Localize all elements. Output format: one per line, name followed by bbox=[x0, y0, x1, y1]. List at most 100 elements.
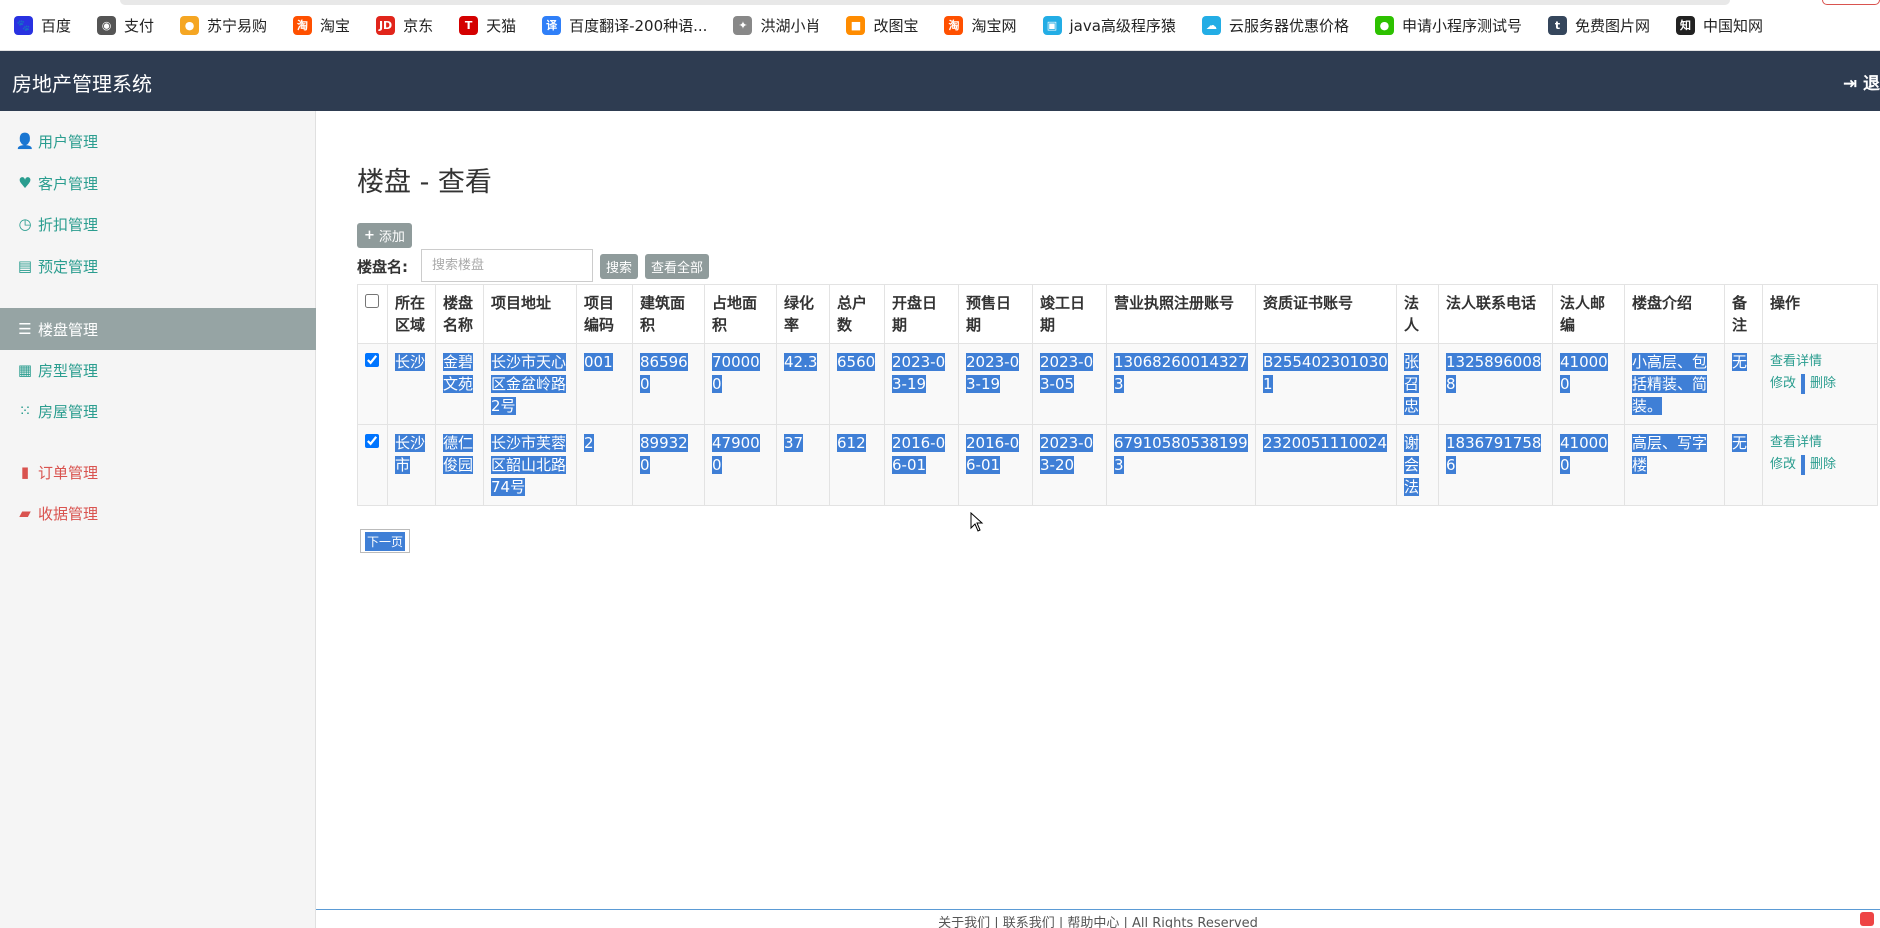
cnki-icon: 知 bbox=[1675, 15, 1695, 35]
bookmark-label: 支付 bbox=[124, 16, 155, 35]
sidebar-item-room-types[interactable]: ▦ 房型管理 bbox=[0, 350, 316, 390]
table-cell: 小高层、包括精装、简装。 bbox=[1624, 343, 1725, 425]
bookmark-label: 免费图片网 bbox=[1574, 16, 1650, 35]
view-detail-link[interactable]: 查看详情 bbox=[1770, 354, 1822, 369]
sidebar-item-receipts[interactable]: ▰ 收据管理 bbox=[0, 493, 316, 533]
delete-link[interactable]: 删除 bbox=[1810, 457, 1836, 472]
table-cell: 金碧文苑 bbox=[435, 343, 484, 425]
cell-text: 长沙市 bbox=[395, 434, 426, 474]
tmall-icon: T bbox=[459, 15, 479, 35]
cell-text: 长沙市天心区金盆岭路2号 bbox=[491, 353, 567, 415]
search-input[interactable] bbox=[421, 249, 593, 282]
row-select-cell bbox=[357, 343, 388, 425]
sidebar-item-houses[interactable]: ⁙ 房屋管理 bbox=[0, 391, 316, 431]
next-page-button[interactable]: 下一页 bbox=[360, 529, 411, 553]
bookmark-item[interactable]: t 免费图片网 bbox=[1547, 15, 1650, 36]
translate-icon: 译 bbox=[542, 15, 562, 35]
table-cell: 410000 bbox=[1552, 424, 1625, 506]
globe-icon: ◉ bbox=[97, 15, 117, 35]
table-row[interactable]: 长沙 金碧文苑 长沙市天心区金盆岭路2号 001 865960 700000 42.3 656… bbox=[357, 343, 1878, 425]
bookmark-label: 中国知网 bbox=[1702, 16, 1763, 35]
cell-text: 37 bbox=[784, 434, 804, 452]
bookmark-item[interactable]: ■ 改图宝 bbox=[846, 15, 918, 36]
sidebar-item-label: 预定管理 bbox=[38, 257, 99, 276]
sidebar-item-label: 订单管理 bbox=[38, 463, 99, 482]
bookmark-item[interactable]: ● 苏宁易购 bbox=[180, 15, 267, 36]
next-page-label: 下一页 bbox=[365, 531, 406, 551]
logout-button[interactable]: ⇥ 退 bbox=[1843, 69, 1880, 94]
sidebar-item-orders[interactable]: ▮ 订单管理 bbox=[0, 452, 316, 492]
cell-text: 2023-03-05 bbox=[1040, 353, 1094, 393]
column-header: 法人邮编 bbox=[1552, 284, 1625, 344]
bookmark-item[interactable]: 淘淘宝网 bbox=[944, 15, 1017, 36]
sidebar-item-customers[interactable]: ♥ 客户管理 bbox=[0, 163, 316, 203]
bookmark-label: java高级程序猿 bbox=[1069, 16, 1176, 35]
edit-link[interactable]: 修改 bbox=[1770, 457, 1796, 472]
table-cell: 无 bbox=[1724, 343, 1763, 425]
view-all-button[interactable]: 查看全部 bbox=[645, 254, 710, 279]
suning-icon: ● bbox=[180, 15, 200, 35]
sidebar-item-users[interactable]: 👤 用户管理 bbox=[0, 121, 316, 161]
bookmark-label: 申请小程序测试号 bbox=[1401, 16, 1522, 35]
add-button[interactable]: + 添加 bbox=[357, 223, 412, 248]
bookmark-item[interactable]: T 天猫 bbox=[459, 15, 516, 36]
folder-open-icon: ▰ bbox=[19, 504, 31, 522]
table-cell: 612 bbox=[829, 424, 885, 506]
heart-icon: ♥ bbox=[18, 174, 32, 192]
delete-link[interactable]: 删除 bbox=[1810, 376, 1836, 391]
browser-tab-strip bbox=[120, 0, 1730, 5]
bookmark-item[interactable]: ▣ java高级程序猿 bbox=[1042, 15, 1176, 36]
cell-text: 6560 bbox=[837, 353, 876, 371]
row-checkbox[interactable] bbox=[365, 434, 379, 448]
table-cell: 谢会法 bbox=[1396, 424, 1439, 506]
search-label: 楼盘名: bbox=[357, 258, 408, 276]
column-header: 预售日期 bbox=[958, 284, 1033, 344]
bookmark-label: 天猫 bbox=[486, 16, 517, 35]
table-cell: 2023-03-19 bbox=[884, 343, 959, 425]
bookmark-item[interactable]: ◉ 支付 bbox=[97, 15, 154, 36]
cell-text: 410000 bbox=[1560, 353, 1608, 393]
bookmark-item[interactable]: 知中国知网 bbox=[1675, 15, 1763, 36]
bookmark-item[interactable]: ● 申请小程序测试号 bbox=[1374, 15, 1522, 36]
row-checkbox[interactable] bbox=[365, 353, 379, 367]
sidebar-item-discounts[interactable]: ◷ 折扣管理 bbox=[0, 204, 316, 244]
bookmark-item[interactable]: JD 京东 bbox=[376, 15, 433, 36]
bookmark-item[interactable]: 淘淘宝 bbox=[293, 15, 350, 36]
gaitubao-icon: ■ bbox=[846, 15, 866, 35]
browser-corner-button[interactable] bbox=[1822, 0, 1880, 5]
cell-text: 13258960088 bbox=[1446, 353, 1542, 393]
cell-text: 长沙市芙蓉区韶山北路74号 bbox=[491, 434, 567, 496]
cell-text: 18367917586 bbox=[1446, 434, 1542, 474]
selection-bar bbox=[1801, 454, 1806, 475]
sidebar-item-buildings[interactable]: ☰ 楼盘管理 bbox=[0, 308, 316, 350]
edit-link[interactable]: 修改 bbox=[1770, 376, 1796, 391]
column-header: 备注 bbox=[1724, 284, 1763, 344]
clock-icon: ◷ bbox=[18, 215, 32, 233]
search-button[interactable]: 搜索 bbox=[600, 254, 639, 279]
bookmark-item[interactable]: 🐾 百度 bbox=[14, 15, 71, 36]
cell-text: 2016-06-01 bbox=[892, 434, 946, 474]
table-cell: 700000 bbox=[704, 343, 777, 425]
user-icon: 👤 bbox=[15, 132, 35, 150]
view-detail-link[interactable]: 查看详情 bbox=[1770, 435, 1822, 450]
footer: 关于我们 | 联系我们 | 帮助中心 | All Rights Reserved bbox=[316, 909, 1880, 928]
th-large-icon: ▦ bbox=[17, 361, 33, 379]
table-cell: 长沙 bbox=[387, 343, 436, 425]
bookmark-item[interactable]: ✦ 洪湖小肖 bbox=[733, 15, 820, 36]
sidebar-item-reservations[interactable]: ▤ 预定管理 bbox=[0, 246, 316, 286]
table-cell: 130682600143273 bbox=[1106, 343, 1256, 425]
select-all-cell bbox=[357, 284, 388, 344]
table-row[interactable]: 长沙市 德仁俊园 长沙市芙蓉区韶山北路74号 2 899320 479000 37 612 20… bbox=[357, 424, 1878, 506]
sidebar-item-label: 客户管理 bbox=[38, 174, 99, 193]
cell-text: 700000 bbox=[712, 353, 760, 393]
column-header: 竣工日期 bbox=[1032, 284, 1107, 344]
sidebar: 👤 用户管理 ♥ 客户管理 ◷ 折扣管理 ▤ 预定管理 ☰ 楼盘管理 ▦ 房型管… bbox=[0, 111, 316, 928]
bookmark-item[interactable]: 译百度翻译-200种语... bbox=[542, 15, 707, 36]
column-header: 占地面积 bbox=[704, 284, 777, 344]
app-header: 房地产管理系统 ⇥ 退 bbox=[0, 51, 1880, 111]
select-all-checkbox[interactable] bbox=[365, 294, 379, 308]
bookmark-item[interactable]: ☁ 云服务器优惠价格 bbox=[1201, 15, 1349, 36]
table-cell: 2023-03-05 bbox=[1032, 343, 1107, 425]
table-cell: 无 bbox=[1724, 424, 1763, 506]
bookmark-label: 洪湖小肖 bbox=[760, 16, 821, 35]
